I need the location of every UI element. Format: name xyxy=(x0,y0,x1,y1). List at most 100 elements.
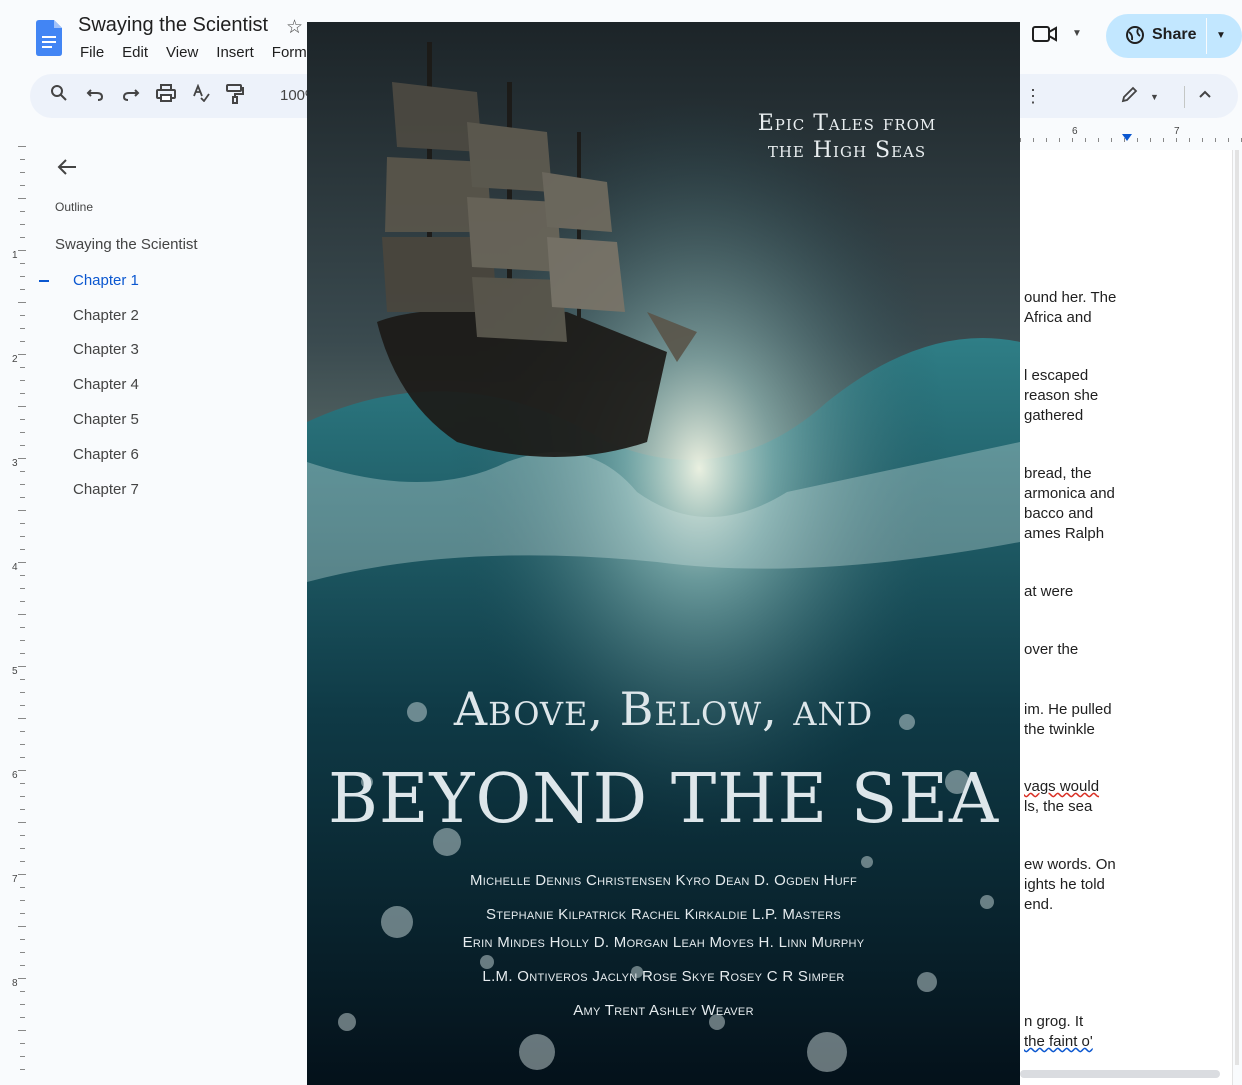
more-vert-icon[interactable]: ⋮ xyxy=(1024,86,1042,107)
ruler-tick xyxy=(1020,138,1021,142)
doc-line: end. xyxy=(1024,896,1054,913)
doc-line: ound her. The xyxy=(1024,289,1117,306)
spellcheck-icon[interactable] xyxy=(192,83,210,107)
docs-logo-icon[interactable] xyxy=(36,20,62,56)
ruler-tick xyxy=(1163,138,1164,142)
doc-line: armonica and xyxy=(1024,485,1115,502)
ruler-tick xyxy=(18,406,26,407)
ruler-number: 7 xyxy=(1174,126,1180,137)
ruler-tick xyxy=(1124,138,1125,142)
ruler-number: 6 xyxy=(1072,126,1078,137)
outline-item-chapter-7[interactable]: Chapter 7 xyxy=(73,481,139,498)
cover-authors-line: Michelle Dennis Christensen Kyro Dean D.… xyxy=(470,872,857,889)
doc-line: over the xyxy=(1024,641,1079,658)
ruler-tick xyxy=(20,913,25,914)
ruler-number: 1 xyxy=(12,250,18,261)
ruler-tick xyxy=(20,835,25,836)
menu-insert[interactable]: Insert xyxy=(216,44,254,61)
ruler-tick xyxy=(20,497,25,498)
menu-format[interactable]: Form xyxy=(272,44,307,61)
menu-file[interactable]: File xyxy=(80,44,104,61)
ruler-tick xyxy=(20,445,25,446)
chevron-down-icon[interactable]: ▼ xyxy=(1150,92,1159,102)
ruler-tick xyxy=(1033,138,1034,142)
cover-authors-line: Stephanie Kilpatrick Rachel Kirkaldie L.… xyxy=(486,906,841,923)
redo-icon[interactable] xyxy=(122,84,140,107)
horizontal-scrollbar[interactable] xyxy=(1020,1070,1220,1078)
ruler-tick xyxy=(18,874,26,875)
ruler-tick xyxy=(20,848,25,849)
ruler-tick xyxy=(20,1043,25,1044)
ruler-tick xyxy=(20,601,25,602)
ruler-tick xyxy=(1085,138,1086,142)
ruler-number: 2 xyxy=(12,354,18,365)
horizontal-ruler: 6 7 xyxy=(1020,126,1242,144)
menu-edit[interactable]: Edit xyxy=(122,44,148,61)
book-cover-image: Epic Tales from the High Seas Above, Bel… xyxy=(307,22,1020,1085)
outline-item-chapter-6[interactable]: Chapter 6 xyxy=(73,446,139,463)
ruler-tick xyxy=(20,367,25,368)
ruler-tick xyxy=(20,653,25,654)
ruler-tick xyxy=(1098,138,1099,142)
ruler-tick xyxy=(20,705,25,706)
cover-authors-line: L.M. Ontiveros Jaclyn Rose Skye Rosey C … xyxy=(482,968,845,985)
back-arrow-icon[interactable] xyxy=(56,156,78,184)
ruler-tick xyxy=(18,562,26,563)
document-page[interactable]: ound her. The Africa and l escaped reaso… xyxy=(1020,150,1233,1085)
ruler-tick xyxy=(20,276,25,277)
share-button[interactable]: Share ▼ xyxy=(1106,14,1242,58)
ruler-tick xyxy=(20,627,25,628)
ruler-tick xyxy=(20,380,25,381)
menu-view[interactable]: View xyxy=(166,44,198,61)
outline-item-chapter-4[interactable]: Chapter 4 xyxy=(73,376,139,393)
outline-item-chapter-2[interactable]: Chapter 2 xyxy=(73,307,139,324)
undo-icon[interactable] xyxy=(86,84,104,107)
share-label: Share xyxy=(1152,26,1197,43)
doc-line-grammar: the faint o' xyxy=(1024,1033,1093,1050)
ruler-tick xyxy=(18,250,26,251)
ruler-tick xyxy=(20,224,25,225)
doc-line: ights he told xyxy=(1024,876,1105,893)
ruler-tick xyxy=(20,783,25,784)
pen-icon[interactable] xyxy=(1120,86,1138,109)
chevron-down-icon[interactable]: ▼ xyxy=(1072,28,1082,39)
doc-line: l escaped xyxy=(1024,367,1089,384)
outline-document-title[interactable]: Swaying the Scientist xyxy=(55,236,198,253)
ruler-tick xyxy=(20,484,25,485)
outline-item-chapter-5[interactable]: Chapter 5 xyxy=(73,411,139,428)
video-call-icon[interactable] xyxy=(1032,24,1058,50)
ruler-tick xyxy=(20,588,25,589)
doc-line: ew words. On xyxy=(1024,856,1116,873)
ruler-number: 8 xyxy=(12,978,18,989)
ruler-tick xyxy=(20,341,25,342)
ruler-tick xyxy=(18,822,26,823)
ruler-tick xyxy=(20,185,25,186)
ruler-tick xyxy=(1176,138,1177,142)
ruler-tick xyxy=(18,926,26,927)
ruler-tick xyxy=(1111,138,1112,142)
ruler-tick xyxy=(1137,138,1138,142)
doc-line: at were xyxy=(1024,583,1074,600)
ruler-tick xyxy=(20,887,25,888)
ruler-tick xyxy=(18,146,26,147)
ruler-tick xyxy=(20,640,25,641)
chevron-up-icon[interactable] xyxy=(1198,86,1212,102)
ruler-tick xyxy=(1072,138,1073,142)
vertical-scrollbar[interactable] xyxy=(1235,150,1239,1065)
star-icon[interactable]: ☆ xyxy=(286,16,303,39)
ruler-tick xyxy=(18,510,26,511)
globe-icon xyxy=(1126,26,1144,44)
outline-item-chapter-1[interactable]: Chapter 1 xyxy=(73,272,139,289)
doc-line: ames Ralph xyxy=(1024,525,1105,542)
outline-item-chapter-3[interactable]: Chapter 3 xyxy=(73,341,139,358)
doc-line: Africa and xyxy=(1024,309,1092,326)
paint-format-icon[interactable] xyxy=(226,84,244,109)
ruler-tick xyxy=(20,211,25,212)
ruler-tick xyxy=(18,354,26,355)
search-icon[interactable] xyxy=(50,84,68,107)
print-icon[interactable] xyxy=(156,84,176,107)
ruler-number: 5 xyxy=(12,666,18,677)
share-options-icon[interactable]: ▼ xyxy=(1216,30,1226,41)
ruler-tick xyxy=(1046,138,1047,142)
document-title[interactable]: Swaying the Scientist xyxy=(78,14,268,37)
